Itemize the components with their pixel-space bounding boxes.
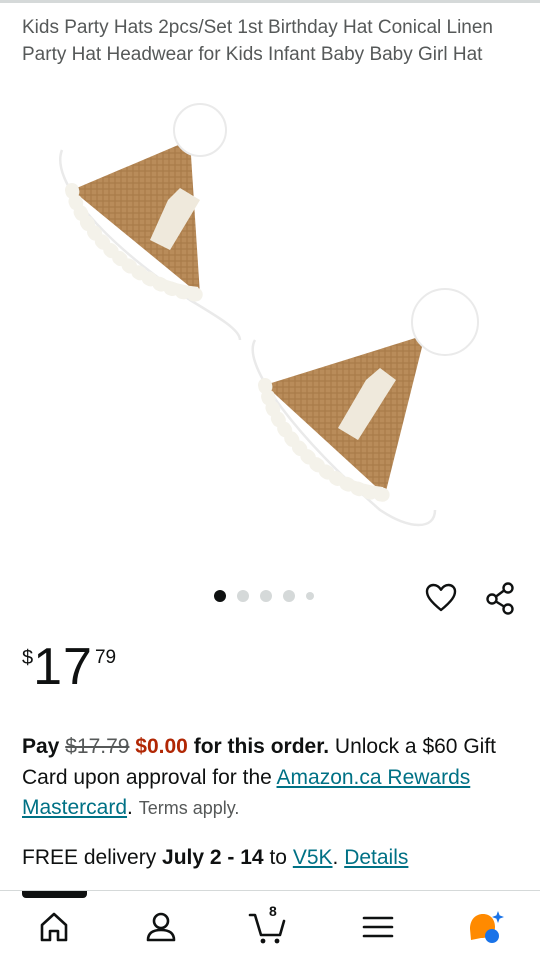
carousel-dot[interactable] <box>214 590 226 602</box>
carousel-dot[interactable] <box>306 592 314 600</box>
delivery-period: . <box>332 846 339 869</box>
rufus-icon[interactable] <box>466 907 506 947</box>
party-hat-2 <box>251 288 479 527</box>
account-icon[interactable] <box>141 907 181 947</box>
carousel-dot[interactable] <box>260 590 272 602</box>
cart-icon <box>248 913 286 944</box>
delivery-dates: July 2 - 14 <box>162 846 264 869</box>
party-hat-1 <box>59 103 242 341</box>
price-fraction: 79 <box>94 647 117 668</box>
delivery-prefix: FREE delivery <box>22 846 157 869</box>
cart-count: 8 <box>269 903 277 919</box>
active-tab-indicator <box>22 891 87 898</box>
delivery-to-label: to <box>269 846 287 869</box>
menu-icon[interactable] <box>358 907 398 947</box>
carousel-dot[interactable] <box>283 590 295 602</box>
home-icon[interactable] <box>34 907 74 947</box>
promo-for-this-order: for this order. <box>193 735 330 758</box>
bottom-nav-bar: 8 <box>0 890 540 963</box>
promo-terms: Terms apply. <box>138 798 240 818</box>
carousel-dot[interactable] <box>237 590 249 602</box>
promo-original-price: $17.79 <box>65 735 130 758</box>
cart-button[interactable]: 8 <box>248 903 288 947</box>
product-title: Kids Party Hats 2pcs/Set 1st Birthday Ha… <box>22 17 494 65</box>
top-divider <box>0 0 540 3</box>
credit-card-promo: Pay $17.79 $0.00 for this order. Unlock … <box>22 732 522 824</box>
promo-new-price: $0.00 <box>135 735 188 758</box>
delivery-info: FREE delivery July 2 - 14 to V5K. Detail… <box>22 843 408 873</box>
postal-code-link[interactable]: V5K <box>293 846 333 869</box>
price-whole: 17 <box>33 638 93 696</box>
image-carousel-indicator <box>214 590 314 602</box>
heart-icon[interactable] <box>424 581 458 615</box>
share-icon[interactable] <box>483 581 519 615</box>
details-link[interactable]: Details <box>344 846 408 869</box>
price: $ 17 79 <box>22 638 116 696</box>
promo-pay-label: Pay <box>22 735 60 758</box>
product-image[interactable] <box>40 90 500 550</box>
price-symbol: $ <box>22 647 34 669</box>
promo-period: . <box>127 796 133 819</box>
